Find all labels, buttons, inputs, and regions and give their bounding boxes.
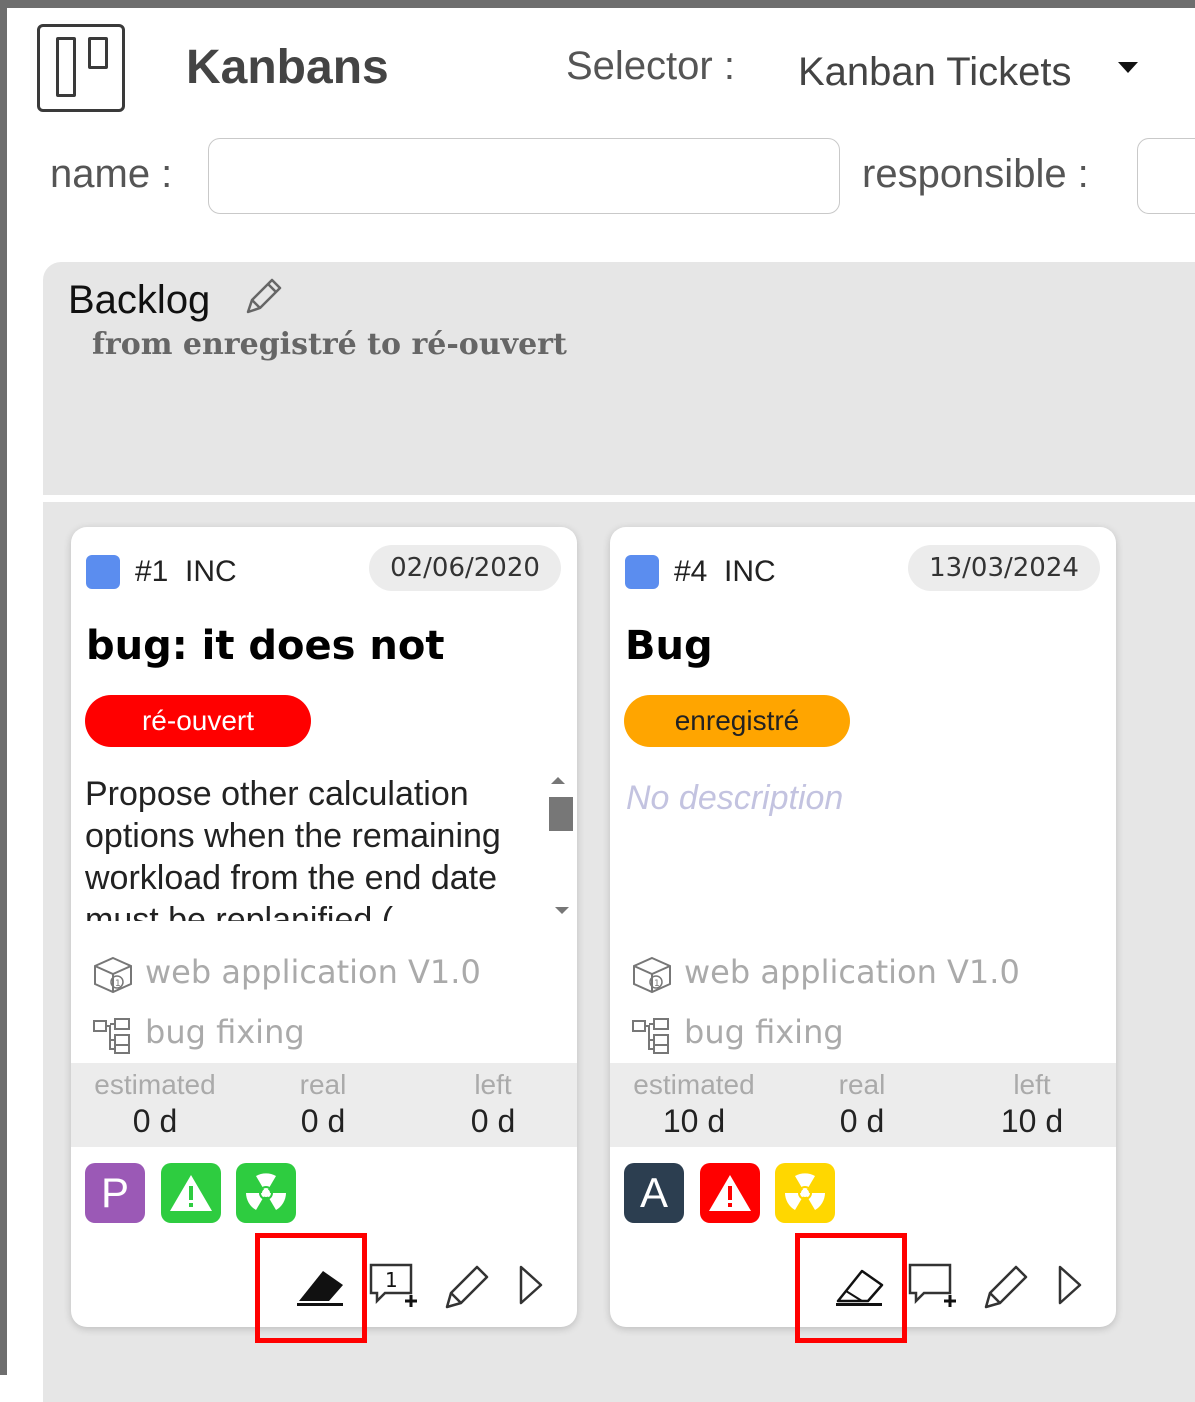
column-subtitle: from enregistré to ré-ouvert (92, 327, 567, 362)
description-placeholder: No description (626, 779, 844, 817)
real-value: 0 d (839, 1103, 885, 1139)
window-frame-left (0, 0, 7, 1375)
description-text: Propose other calculation options when t… (85, 775, 501, 921)
real-label: real (838, 1069, 886, 1100)
window-frame-top (0, 0, 1195, 8)
radiation-icon (775, 1163, 835, 1223)
move-next-arrow-icon[interactable] (1048, 1257, 1108, 1317)
column-divider (43, 495, 1195, 502)
version-label: web application V1.0 (145, 953, 481, 991)
status-badge: enregistré (624, 695, 850, 747)
priority-badge: P (85, 1163, 145, 1223)
highlight-box (795, 1233, 907, 1343)
assignee-badge: A (624, 1163, 684, 1223)
ticket-card[interactable]: #4 INC 13/03/2024 Bug enregistré No desc… (610, 527, 1116, 1327)
highlight-box (255, 1233, 367, 1343)
package-icon: 1 (94, 956, 132, 994)
ticket-id: #1 (135, 555, 169, 588)
activity-label: bug fixing (145, 1013, 305, 1051)
badge-letter: A (639, 1169, 668, 1216)
estimated-label: estimated (633, 1069, 755, 1100)
ticket-card[interactable]: #1 INC 02/06/2020 bug: it does not ré-ou… (71, 527, 577, 1327)
hierarchy-icon (93, 1018, 130, 1054)
ticket-title[interactable]: Bug (625, 623, 713, 669)
workload-summary: estimated 10 d real 0 d left 10 d (610, 1063, 1116, 1147)
ticket-description[interactable]: Propose other calculation options when t… (85, 773, 555, 921)
responsible-filter-input[interactable] (1137, 138, 1195, 214)
responsible-filter-label: responsible : (862, 152, 1089, 196)
left-value: 10 d (1000, 1103, 1064, 1139)
activity-label: bug fixing (684, 1013, 844, 1051)
left-label: left (1013, 1069, 1051, 1100)
page-title: Kanbans (186, 41, 389, 94)
svg-text:1: 1 (115, 979, 121, 989)
hierarchy-icon (632, 1018, 669, 1054)
ticket-type: INC (724, 555, 776, 588)
real-label: real (299, 1069, 347, 1100)
estimated-value: 10 d (662, 1103, 726, 1139)
version-label: web application V1.0 (684, 953, 1020, 991)
scroll-down-arrow-icon[interactable] (555, 907, 569, 914)
left-value: 0 d (470, 1103, 516, 1139)
svg-text:1: 1 (385, 1268, 398, 1292)
status-badge: ré-ouvert (85, 695, 311, 747)
kanban-logo-icon (37, 24, 125, 112)
kanban-selector-dropdown[interactable]: Kanban Tickets (798, 50, 1072, 95)
left-label: left (474, 1069, 512, 1100)
warning-icon (161, 1163, 221, 1223)
column-title: Backlog (68, 278, 211, 322)
selector-label: Selector : (566, 44, 735, 88)
ticket-title[interactable]: bug: it does not (86, 623, 444, 669)
ticket-type-color (625, 555, 659, 589)
badge-letter: P (100, 1169, 129, 1216)
add-comment-icon[interactable]: 1 (365, 1257, 425, 1317)
real-value: 0 d (300, 1103, 346, 1139)
radiation-icon (236, 1163, 296, 1223)
estimated-label: estimated (94, 1069, 216, 1100)
ticket-type: INC (185, 555, 237, 588)
name-filter-label: name : (50, 152, 173, 196)
name-filter-input[interactable] (208, 138, 840, 214)
package-icon: 1 (633, 956, 671, 994)
warning-icon (700, 1163, 760, 1223)
scrollbar-thumb[interactable] (549, 797, 573, 831)
svg-text:1: 1 (654, 979, 660, 989)
add-comment-icon[interactable] (904, 1257, 964, 1317)
ticket-date: 02/06/2020 (369, 545, 561, 591)
edit-column-pencil-icon[interactable] (240, 274, 286, 320)
ticket-type-color (86, 555, 120, 589)
edit-pencil-icon[interactable] (437, 1257, 497, 1317)
column-header (43, 262, 1195, 495)
edit-pencil-icon[interactable] (976, 1257, 1036, 1317)
ticket-id: #4 (674, 555, 708, 588)
scroll-up-arrow-icon[interactable] (551, 777, 565, 784)
ticket-date: 13/03/2024 (908, 545, 1100, 591)
caret-down-icon[interactable] (1118, 62, 1138, 73)
move-next-arrow-icon[interactable] (509, 1257, 569, 1317)
estimated-value: 0 d (132, 1103, 178, 1139)
workload-summary: estimated 0 d real 0 d left 0 d (71, 1063, 577, 1147)
